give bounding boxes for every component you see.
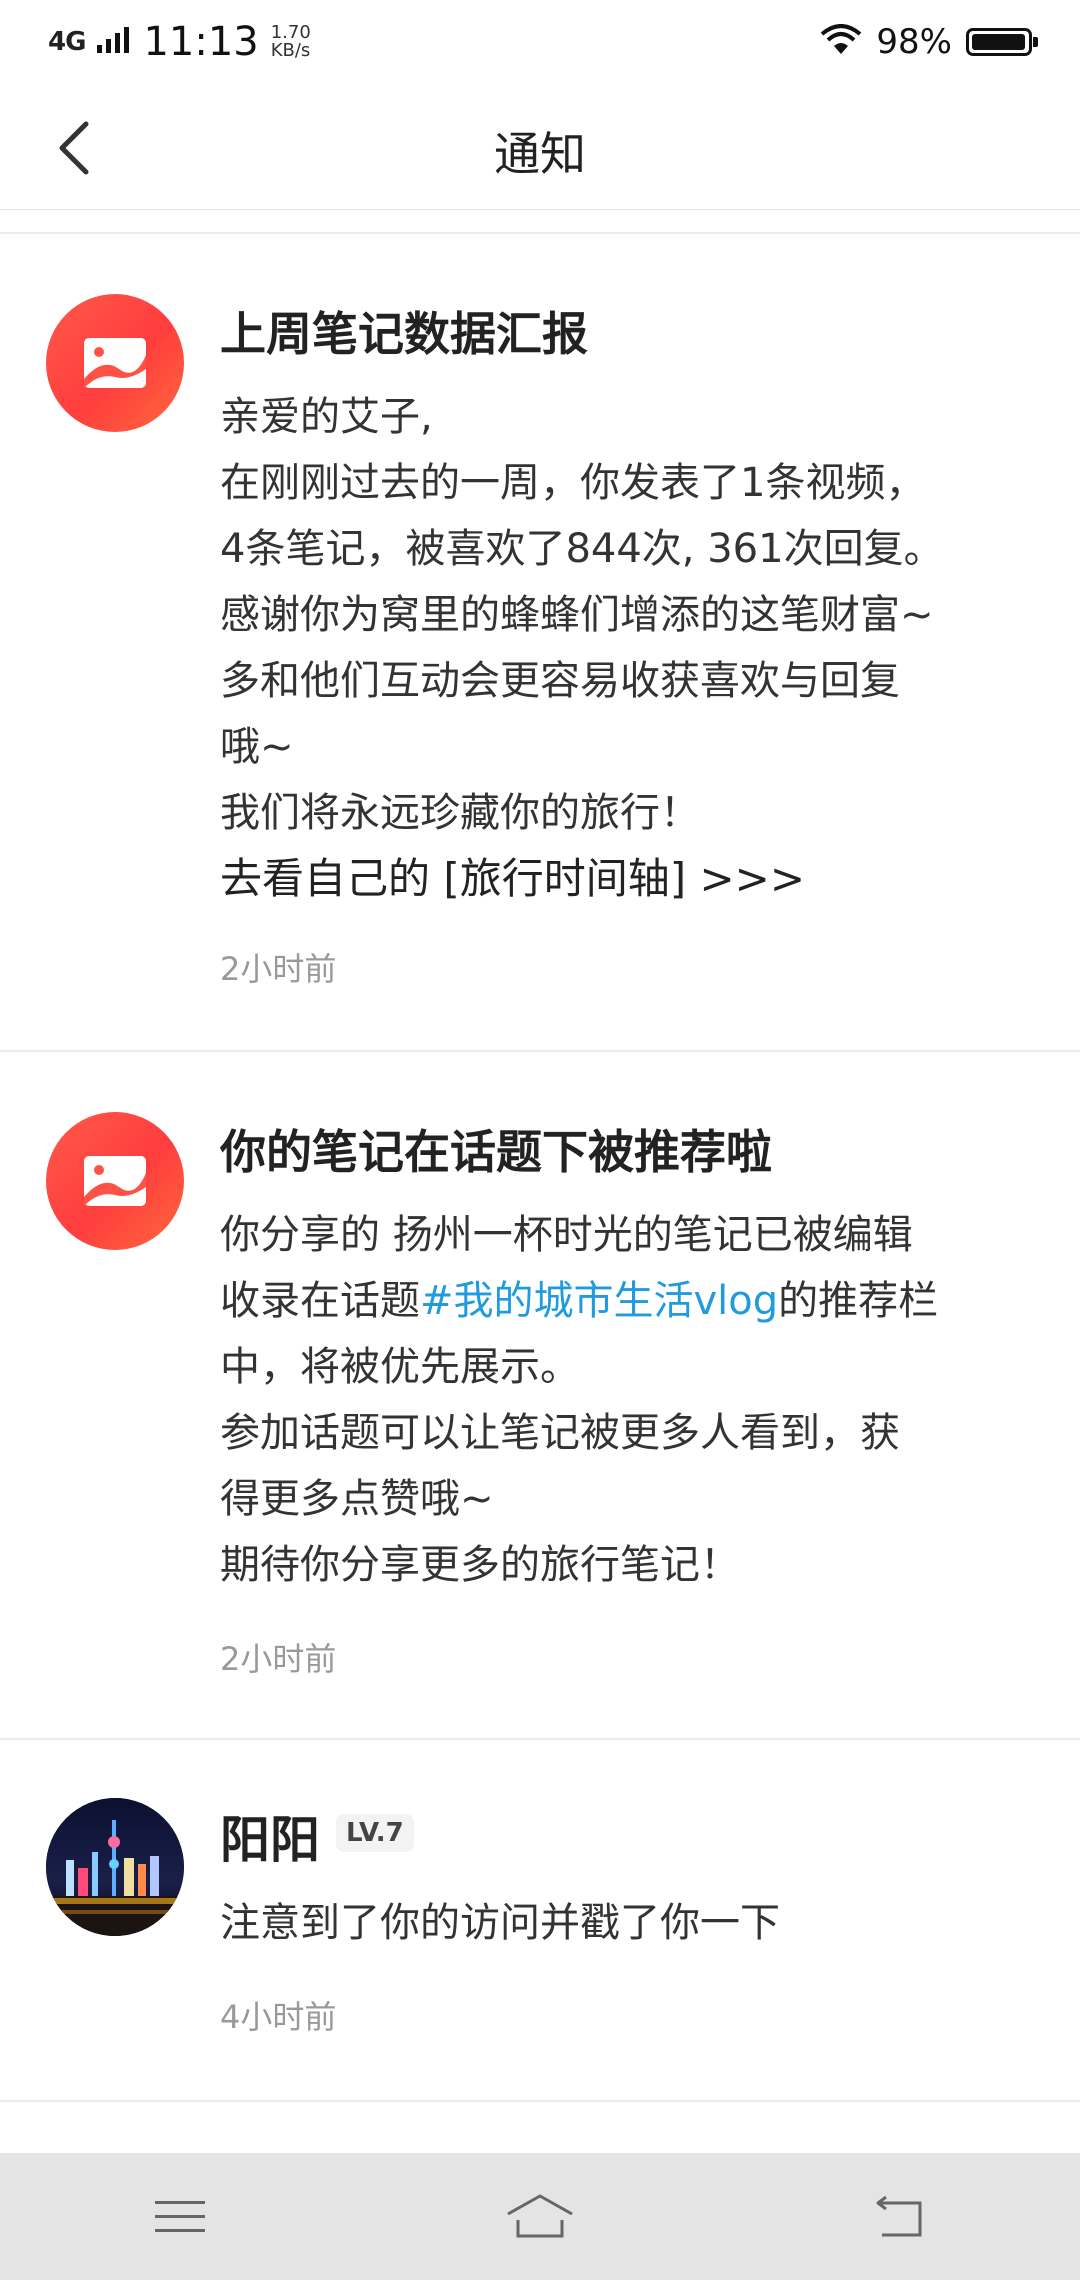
nav-bar: 通知	[0, 84, 1080, 210]
network-indicator: 4G	[48, 27, 86, 57]
body-line: 收录在话题#我的城市生活vlog的推荐栏	[220, 1268, 1040, 1334]
body-text: 的推荐栏	[778, 1278, 939, 1324]
notification-body: 你分享的 扬州一杯时光的笔记已被编辑 收录在话题#我的城市生活vlog的推荐栏 …	[220, 1202, 1040, 1598]
notification-body: 注意到了你的访问并戳了你一下	[220, 1890, 1040, 1956]
menu-icon	[155, 2200, 205, 2232]
notification-card[interactable]: 你的笔记在话题下被推荐啦 你分享的 扬州一杯时光的笔记已被编辑 收录在话题#我的…	[0, 1052, 1080, 1738]
divider	[0, 2100, 1080, 2102]
notification-body: 亲爱的艾子, 在刚刚过去的一周，你发表了1条视频， 4条笔记，被喜欢了844次,…	[220, 384, 1040, 912]
notification-card[interactable]: 上周笔记数据汇报 亲爱的艾子, 在刚刚过去的一周，你发表了1条视频， 4条笔记，…	[0, 234, 1080, 1050]
image-icon	[84, 1156, 146, 1206]
wifi-icon	[820, 24, 862, 60]
back-icon	[876, 2195, 922, 2236]
body-line: 你分享的 扬州一杯时光的笔记已被编辑	[220, 1212, 913, 1258]
page-title: 通知	[494, 127, 586, 181]
body-line: 4条笔记，被喜欢了844次, 361次回复。	[220, 526, 944, 572]
system-nav-bar	[0, 2153, 1080, 2280]
timeline-link[interactable]: 去看自己的 [旅行时间轴] >>>	[220, 846, 1040, 912]
body-line: 期待你分享更多的旅行笔记！	[220, 1542, 740, 1588]
home-icon	[507, 2194, 573, 2237]
battery-icon	[966, 28, 1038, 56]
body-line: 我们将永远珍藏你的旅行！	[220, 790, 700, 836]
notification-title: 你的笔记在话题下被推荐啦	[220, 1125, 772, 1179]
level-badge: LV.7	[336, 1814, 414, 1852]
notification-time: 2小时前	[220, 1640, 337, 1678]
body-line: 注意到了你的访问并戳了你一下	[220, 1900, 780, 1946]
topic-link[interactable]: #我的城市生活vlog	[420, 1278, 778, 1324]
image-icon	[84, 338, 146, 388]
network-speed: 1.70 KB/s	[271, 24, 311, 60]
notification-icon	[46, 294, 184, 432]
back-nav-button[interactable]	[860, 2187, 940, 2247]
avatar[interactable]	[46, 1798, 184, 1936]
body-line: 参加话题可以让笔记被更多人看到，获	[220, 1410, 900, 1456]
body-line: 感谢你为窝里的蜂蜂们增添的这笔财富~	[220, 592, 934, 638]
body-line: 得更多点赞哦~	[220, 1476, 494, 1522]
city-skyline-image	[46, 1798, 184, 1936]
body-line: 多和他们互动会更容易收获喜欢与回复	[220, 658, 900, 704]
battery-percent: 98%	[876, 22, 952, 62]
notification-time: 4小时前	[220, 1998, 337, 2036]
body-line: 哦~	[220, 724, 294, 770]
body-line: 中，将被优先展示。	[220, 1344, 580, 1390]
notification-icon	[46, 1112, 184, 1250]
body-line: 在刚刚过去的一周，你发表了1条视频，	[220, 460, 926, 506]
notification-title: 上周笔记数据汇报	[220, 307, 588, 361]
clock: 11:13	[143, 19, 259, 65]
notification-time: 2小时前	[220, 950, 337, 988]
body-text: 收录在话题	[220, 1278, 420, 1324]
status-bar: 4G 11:13 1.70 KB/s 98%	[0, 0, 1080, 84]
signal-icon	[97, 27, 131, 57]
user-name[interactable]: 阳阳	[220, 1800, 320, 1872]
network-speed-unit: KB/s	[270, 40, 311, 61]
menu-button[interactable]	[140, 2187, 220, 2247]
home-button[interactable]	[500, 2187, 580, 2247]
body-line: 亲爱的艾子,	[220, 394, 433, 440]
notification-card[interactable]: 阳阳 LV.7 注意到了你的访问并戳了你一下 4小时前	[0, 1740, 1080, 2100]
